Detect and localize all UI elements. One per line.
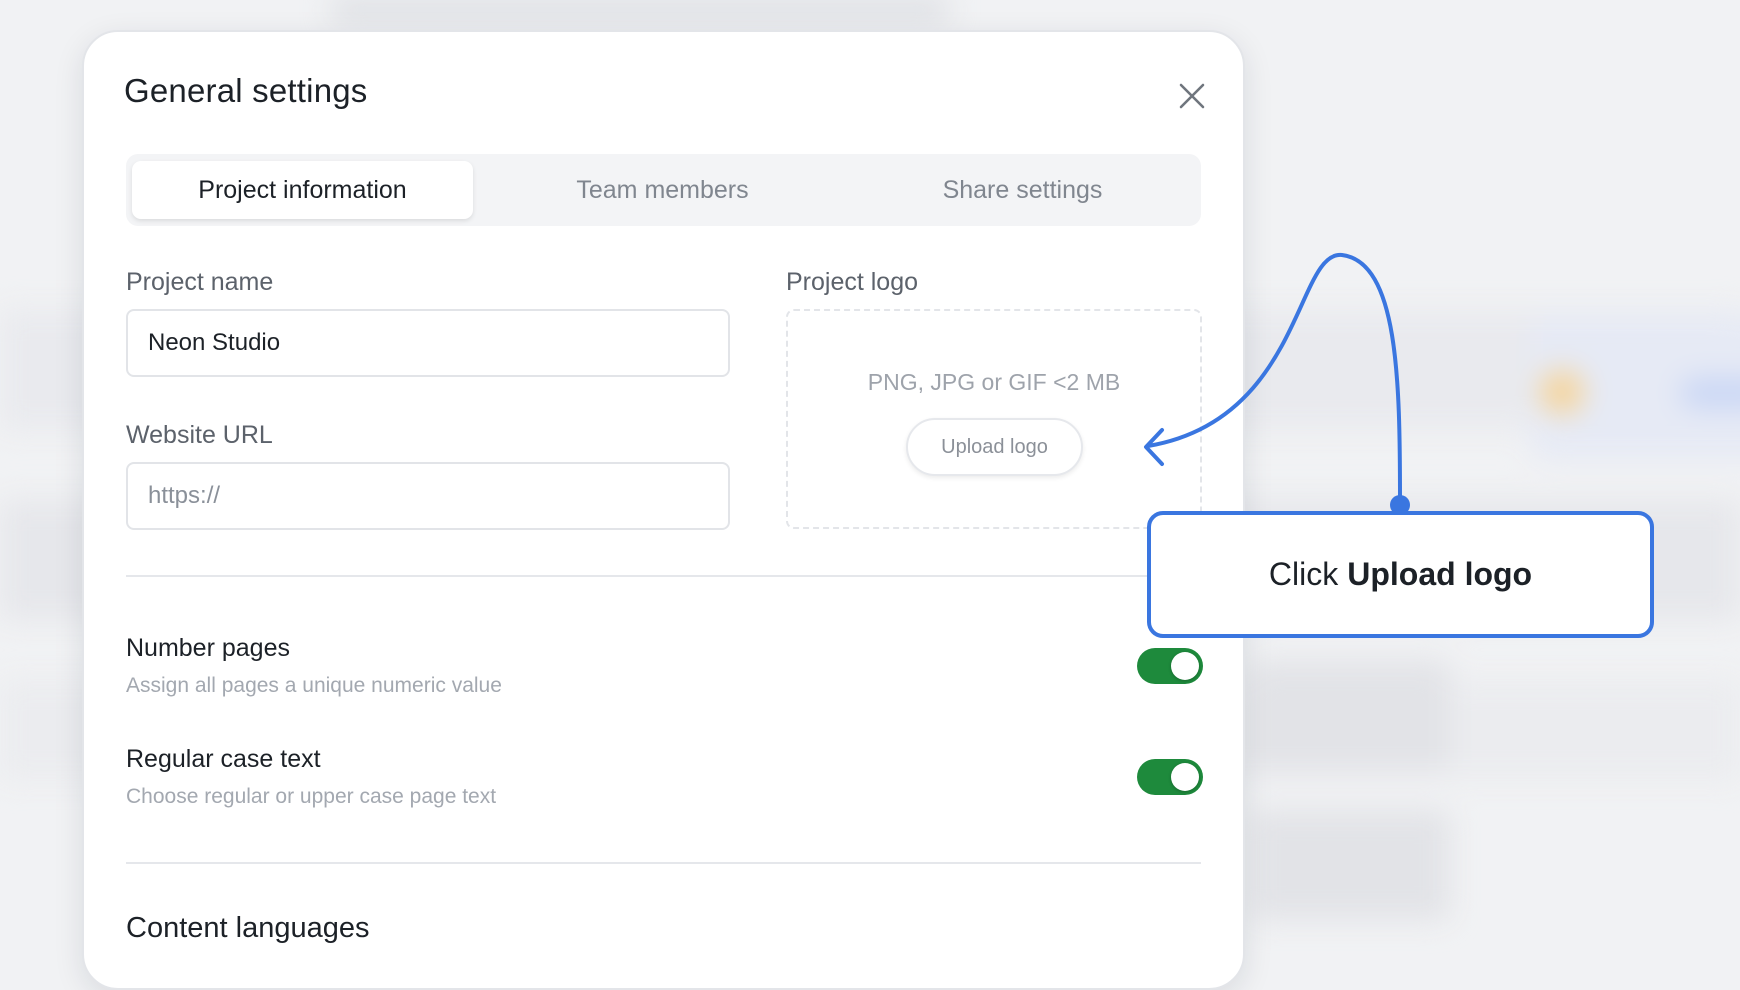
regular-case-text-toggle[interactable] (1137, 759, 1203, 795)
callout-tooltip: Click Upload logo (1147, 511, 1654, 638)
regular-case-text-description: Choose regular or upper case page text (126, 785, 497, 808)
logo-dropzone[interactable]: PNG, JPG or GIF <2 MB Upload logo (786, 309, 1202, 529)
tab-team-members[interactable]: Team members (492, 161, 833, 219)
upload-logo-button[interactable]: Upload logo (906, 418, 1083, 476)
website-url-label: Website URL (126, 421, 273, 449)
close-button[interactable] (1170, 74, 1214, 118)
number-pages-description: Assign all pages a unique numeric value (126, 674, 502, 697)
regular-case-text-title: Regular case text (126, 745, 321, 773)
callout-emphasis: Upload logo (1347, 556, 1533, 592)
section-divider (126, 862, 1201, 864)
close-icon (1179, 83, 1205, 109)
toggle-knob (1171, 652, 1199, 680)
logo-file-hint: PNG, JPG or GIF <2 MB (867, 369, 1121, 395)
project-name-label: Project name (126, 268, 274, 296)
content-languages-heading: Content languages (126, 912, 370, 944)
background-block (1250, 810, 1450, 920)
callout-prefix: Click (1268, 556, 1339, 592)
number-pages-title: Number pages (126, 634, 290, 662)
website-url-input[interactable] (126, 462, 730, 530)
tab-share-settings[interactable]: Share settings (852, 161, 1193, 219)
background-pill (1680, 378, 1740, 408)
tab-bar: Project information Team members Share s… (126, 154, 1201, 226)
project-logo-label: Project logo (786, 268, 919, 296)
number-pages-toggle[interactable] (1137, 648, 1203, 684)
section-divider (126, 575, 1201, 577)
background-avatar (1540, 370, 1584, 414)
background-header (330, 0, 950, 20)
project-name-input[interactable] (126, 309, 730, 377)
background-block (1250, 660, 1450, 770)
settings-modal: General settings Project information Tea… (82, 30, 1245, 990)
modal-title: General settings (124, 72, 368, 109)
tab-project-information[interactable]: Project information (132, 161, 473, 219)
toggle-knob (1171, 763, 1199, 791)
